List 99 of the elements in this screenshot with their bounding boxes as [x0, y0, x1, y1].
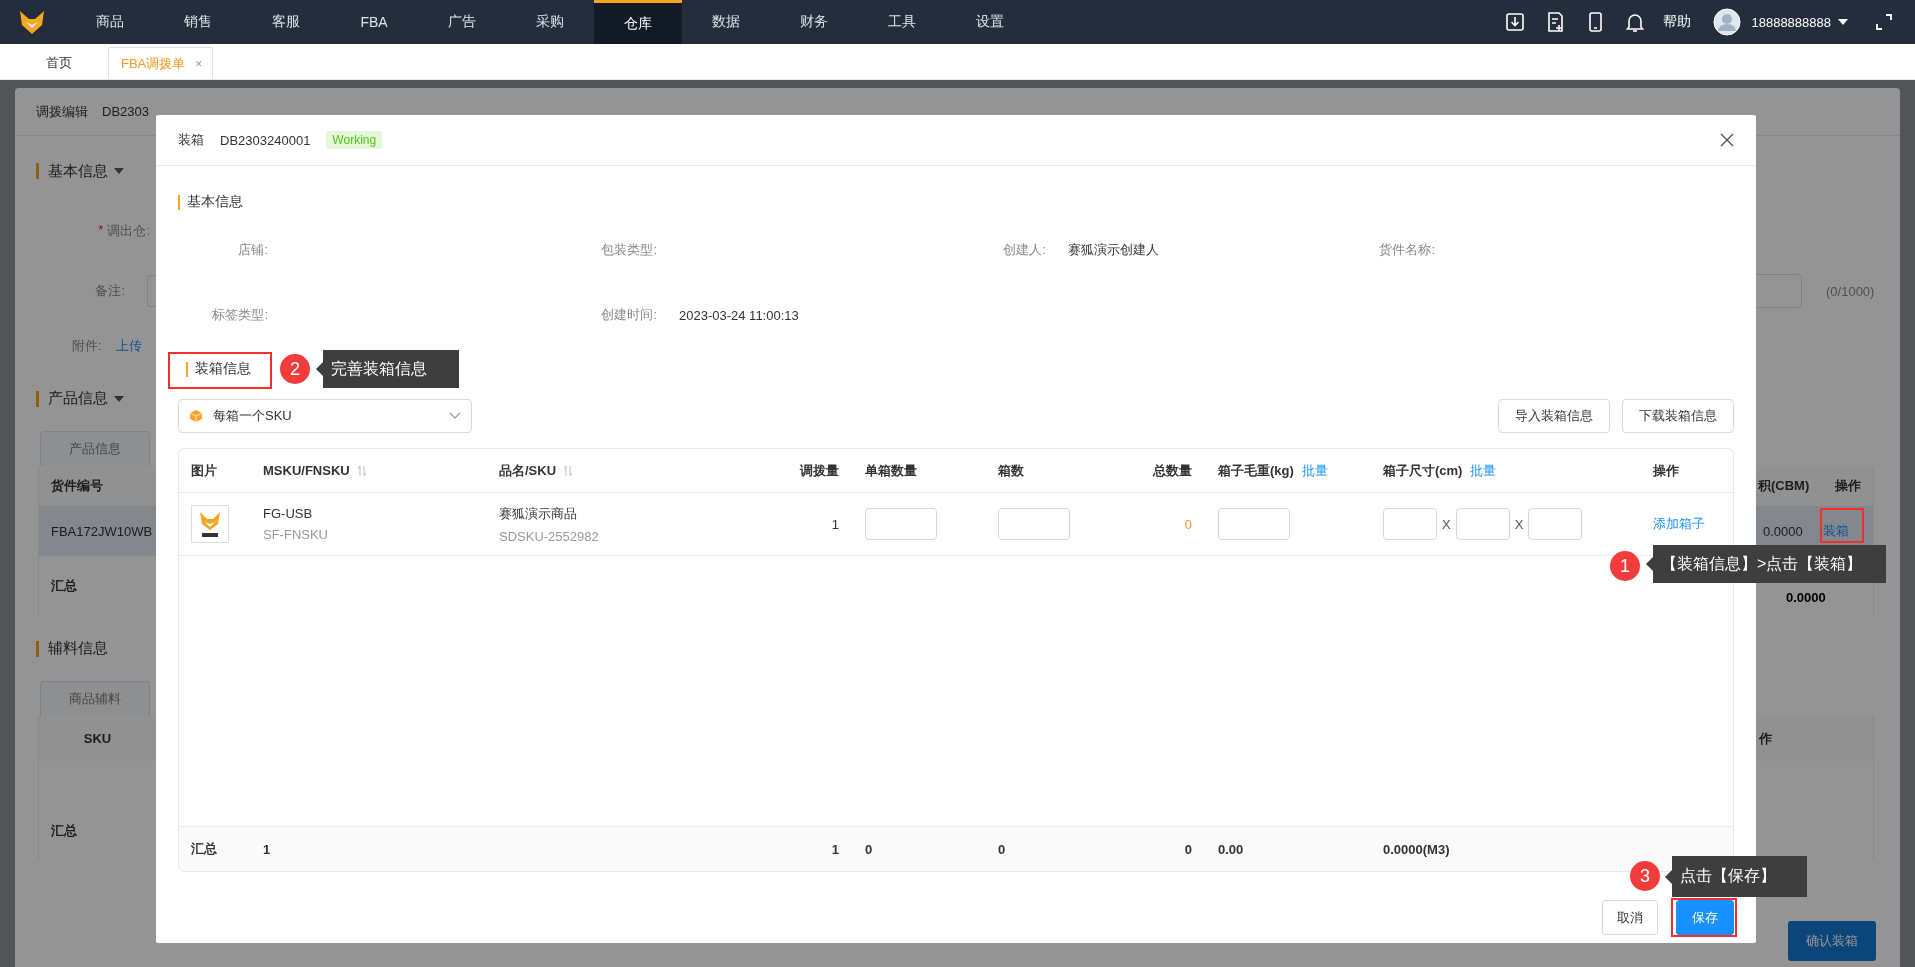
highlight-frame	[1671, 898, 1737, 937]
bell-icon[interactable]	[1624, 11, 1647, 33]
character-counter: (0/1000)	[1826, 283, 1875, 299]
section-title: 基本信息	[48, 161, 108, 181]
product-name: 赛狐演示商品	[499, 504, 578, 523]
column-header: 图片	[191, 461, 217, 480]
column-header: 箱子尺寸(cm)	[1383, 461, 1463, 480]
total-cell: 0	[1184, 841, 1192, 857]
caret-down-icon	[114, 168, 124, 174]
total-cell: 0	[865, 841, 873, 857]
field-label: 货件名称:	[1378, 241, 1435, 259]
nav-menu-item[interactable]: 工具	[858, 0, 946, 44]
callout-tooltip: 点击【保存】	[1665, 856, 1807, 897]
column-header: MSKU/FNSKU	[263, 463, 350, 478]
total-label: 汇总	[51, 822, 77, 840]
column-header: 总数量	[1153, 461, 1192, 480]
nav-menu-item[interactable]: 设置	[946, 0, 1034, 44]
nav-menu-item[interactable]: 数据	[682, 0, 770, 44]
total-cell: 0.00	[1218, 841, 1244, 857]
section-title: 装箱信息	[195, 360, 251, 378]
input-field[interactable]	[998, 508, 1070, 540]
field-label: 附件:	[72, 337, 102, 355]
column-header: 作	[1759, 729, 1772, 748]
column-header: 操作	[1835, 477, 1862, 495]
dimension-separator: X	[1442, 516, 1451, 532]
column-header: 调拨量	[800, 461, 839, 480]
column-header: SKU	[83, 731, 112, 746]
download-icon[interactable]	[1504, 11, 1527, 33]
field-label: 创建时间:	[600, 306, 657, 324]
document-number: DB2303	[102, 104, 149, 119]
action-button[interactable]: 下载装箱信息	[1622, 399, 1734, 433]
nav-menu-item[interactable]: 商品	[66, 0, 154, 44]
fox-logo-icon	[18, 8, 46, 36]
cancel-button[interactable]: 取消	[1602, 900, 1658, 935]
action-button[interactable]: 导入装箱信息	[1498, 399, 1610, 433]
field-label: 包装类型:	[600, 241, 657, 259]
caret-down-icon	[1837, 18, 1849, 26]
fullscreen-icon	[1875, 13, 1893, 31]
input-field[interactable]	[1218, 508, 1290, 540]
input-field[interactable]	[865, 508, 937, 540]
dimension-separator: X	[1514, 516, 1524, 532]
field-label: 标签类型:	[211, 306, 268, 324]
input-field[interactable]	[1528, 508, 1583, 540]
close-icon[interactable]	[1720, 133, 1734, 147]
column-header: 品名/SKU	[499, 461, 557, 480]
section-title: 辅料信息	[48, 639, 108, 658]
column-header: 积(CBM)	[1758, 477, 1810, 495]
field-value: 赛狐演示创建人	[1068, 241, 1159, 259]
column-header: 货件编号	[51, 477, 103, 495]
page-title: 调拨编辑	[36, 102, 88, 121]
field-label: 备注:	[95, 282, 125, 300]
dialog-title: 装箱	[178, 131, 204, 149]
page-tab[interactable]: 首页	[20, 47, 106, 79]
nav-menu-item[interactable]: 仓库	[594, 0, 682, 44]
total-label: 汇总	[51, 577, 77, 595]
callout-tooltip: 【装箱信息】>点击【装箱】	[1646, 545, 1886, 583]
total-cell: 0	[998, 841, 1006, 857]
section-title: 产品信息	[48, 389, 108, 408]
table-cell: 0.0000	[1763, 523, 1803, 539]
nav-menu-item[interactable]: 广告	[418, 0, 506, 44]
msku-text: FG-USB	[263, 506, 314, 521]
field-value: 2023-03-24 11:00:13	[679, 307, 799, 323]
section-title: 基本信息	[187, 193, 243, 211]
chevron-down-icon	[449, 412, 461, 420]
nav-menu-item[interactable]: 财务	[770, 0, 858, 44]
sku-text: SDSKU-2552982	[499, 528, 600, 544]
column-header: 操作	[1653, 461, 1679, 480]
total-cell: 0.0000	[1786, 589, 1826, 605]
user-name[interactable]: 18888888888	[1751, 14, 1831, 30]
callout-tooltip: 完善装箱信息	[316, 350, 459, 388]
total-cell: 1	[831, 841, 839, 857]
column-header: 单箱数量	[865, 461, 917, 480]
table-cell: 0	[1184, 516, 1192, 532]
input-field[interactable]	[1383, 508, 1437, 540]
caret-down-icon	[114, 395, 124, 402]
packing-mode-select[interactable]: 每箱一个SKU	[178, 399, 472, 433]
total-cell: 1	[263, 841, 271, 857]
status-tag: Working	[326, 131, 383, 149]
box-icon	[189, 409, 203, 423]
column-header: 箱子毛重(kg)	[1218, 461, 1294, 480]
input-field[interactable]	[1455, 508, 1510, 540]
column-header: 箱数	[998, 461, 1024, 480]
avatar-icon	[1713, 8, 1742, 36]
nav-menu-item[interactable]: 客服	[242, 0, 330, 44]
nav-menu-item[interactable]: 销售	[154, 0, 242, 44]
highlight-frame	[1820, 508, 1864, 543]
table-cell: 1	[831, 516, 839, 532]
nav-menu-item[interactable]: FBA	[330, 0, 418, 44]
field-label: 店铺:	[237, 241, 268, 259]
field-label: 调出仓:	[107, 222, 150, 240]
required-mark: *	[98, 222, 104, 239]
total-cell: 汇总	[191, 840, 217, 858]
document-number: DB2303240001	[220, 132, 311, 148]
table-cell: FBA172JW10WB	[51, 523, 153, 539]
fnsku-text: SF-FNSKU	[263, 527, 329, 542]
field-label: 创建人:	[1002, 241, 1046, 259]
total-cell: 0.0000(M3)	[1383, 841, 1450, 857]
help-link[interactable]: 帮助	[1663, 13, 1692, 31]
nav-menu-item[interactable]: 采购	[506, 0, 594, 44]
